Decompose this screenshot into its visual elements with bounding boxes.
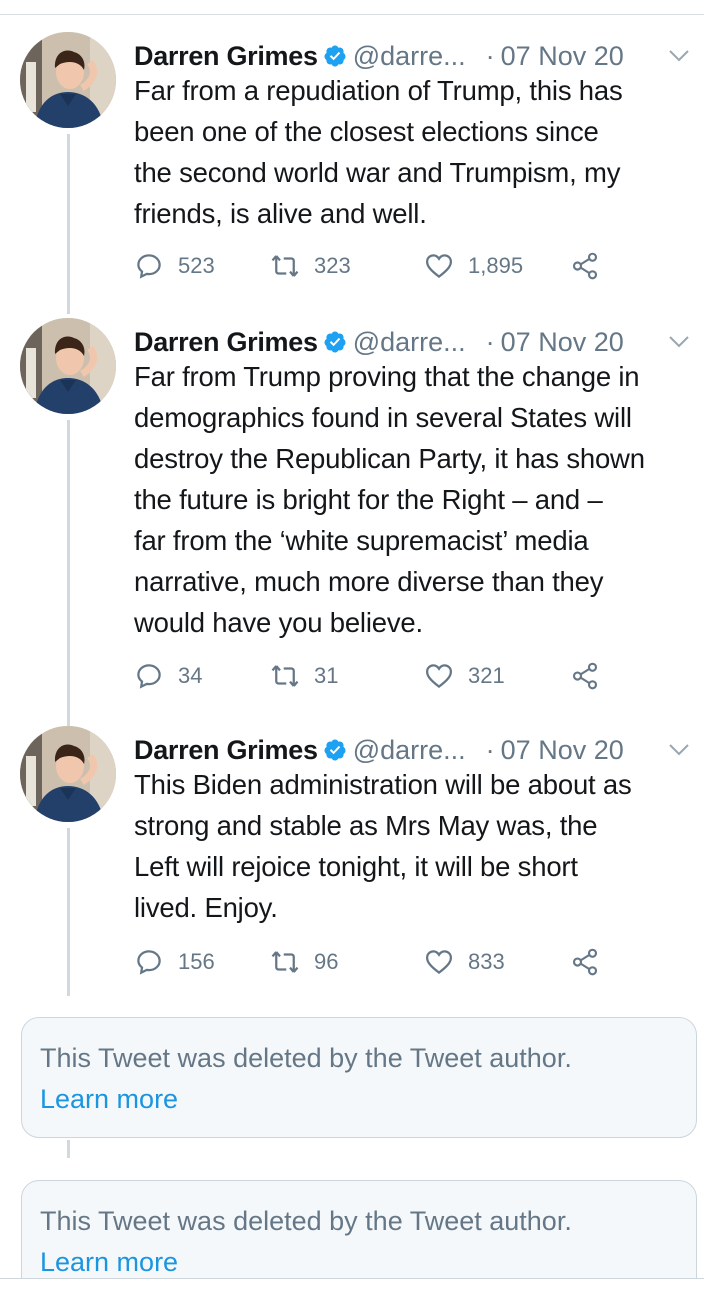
like-button[interactable]: 321	[424, 656, 505, 696]
avatar[interactable]	[20, 726, 116, 822]
share-icon	[572, 948, 598, 976]
reply-count: 156	[178, 949, 215, 974]
reply-count: 523	[178, 253, 215, 278]
like-count: 321	[468, 663, 505, 688]
reply-count: 34	[178, 663, 203, 688]
like-icon	[425, 664, 453, 689]
retweet-count: 96	[314, 949, 339, 974]
avatar-image	[20, 726, 116, 822]
like-count: 1,895	[468, 253, 524, 278]
like-icon	[425, 254, 453, 279]
author-name[interactable]: Darren Grimes	[134, 327, 318, 357]
thread-line	[67, 1140, 70, 1158]
reply-button[interactable]: 156	[134, 942, 215, 982]
tweet-date[interactable]: 07 Nov 20	[501, 327, 624, 357]
learn-more-link[interactable]: Learn more	[40, 1079, 678, 1120]
avatar[interactable]	[20, 318, 116, 414]
reply-button[interactable]: 34	[134, 656, 202, 696]
thread-line	[67, 420, 70, 726]
chevron-down-icon[interactable]	[668, 335, 690, 349]
author-handle[interactable]: @darre...	[353, 41, 466, 71]
top-divider	[0, 14, 704, 15]
avatar[interactable]	[20, 32, 116, 128]
separator-dot: ·	[485, 735, 495, 765]
share-button[interactable]	[570, 656, 614, 696]
retweet-icon	[271, 255, 299, 277]
retweet-icon	[271, 951, 299, 973]
retweet-icon	[271, 665, 299, 687]
deleted-tweet-notice: This Tweet was deleted by the Tweet auth…	[21, 1180, 697, 1278]
share-icon	[572, 662, 598, 690]
retweet-button[interactable]: 31	[270, 656, 338, 696]
reply-icon	[137, 664, 161, 689]
share-button[interactable]	[570, 246, 614, 286]
retweet-count: 31	[314, 663, 339, 688]
thread-line	[67, 134, 70, 314]
deleted-message: This Tweet was deleted by the Tweet auth…	[40, 1206, 572, 1236]
retweet-button[interactable]: 96	[270, 942, 338, 982]
verified-badge-icon	[324, 739, 346, 761]
deleted-message: This Tweet was deleted by the Tweet auth…	[40, 1043, 572, 1073]
retweet-button[interactable]: 323	[270, 246, 351, 286]
tweet-text: Far from a repudiation of Trump, this ha…	[134, 75, 623, 229]
avatar-image	[20, 318, 116, 414]
learn-more-link[interactable]: Learn more	[40, 1242, 678, 1278]
avatar-image	[20, 32, 116, 128]
like-button[interactable]: 833	[424, 942, 505, 982]
chevron-down-icon[interactable]	[668, 49, 690, 63]
share-button[interactable]	[570, 942, 614, 982]
author-handle[interactable]: @darre...	[353, 735, 466, 765]
tweet-text: Far from Trump proving that the change i…	[134, 361, 645, 638]
thread-line	[67, 828, 70, 996]
tweet-text: This Biden administration will be about …	[134, 769, 632, 923]
tweet-actions: 156 96 833	[134, 942, 614, 982]
bottom-divider	[0, 1278, 704, 1279]
tweet-actions: 34 31 321	[134, 656, 614, 696]
separator-dot: ·	[485, 327, 495, 357]
author-name[interactable]: Darren Grimes	[134, 735, 318, 765]
tweet-date[interactable]: 07 Nov 20	[501, 41, 624, 71]
like-count: 833	[468, 949, 505, 974]
reply-icon	[137, 950, 161, 975]
chevron-down-icon[interactable]	[668, 743, 690, 757]
deleted-tweet-notice: This Tweet was deleted by the Tweet auth…	[21, 1017, 697, 1138]
author-handle[interactable]: @darre...	[353, 327, 466, 357]
like-button[interactable]: 1,895	[424, 246, 523, 286]
separator-dot: ·	[485, 41, 495, 71]
verified-badge-icon	[324, 331, 346, 353]
share-icon	[572, 252, 598, 280]
author-name[interactable]: Darren Grimes	[134, 41, 318, 71]
retweet-count: 323	[314, 253, 351, 278]
verified-badge-icon	[324, 45, 346, 67]
like-icon	[425, 950, 453, 975]
reply-button[interactable]: 523	[134, 246, 215, 286]
reply-icon	[137, 254, 161, 279]
tweet-date[interactable]: 07 Nov 20	[501, 735, 624, 765]
tweet-actions: 523 323 1,895	[134, 246, 614, 286]
